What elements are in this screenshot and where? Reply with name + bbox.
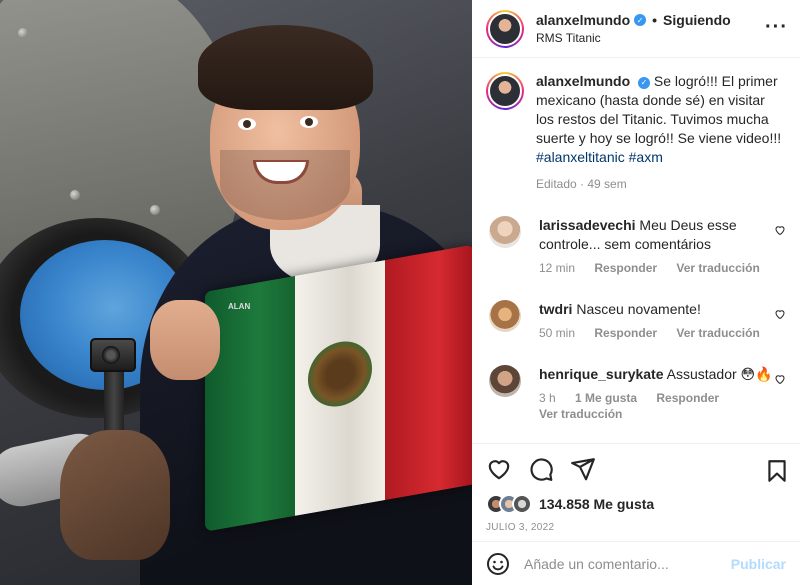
commenter-avatar[interactable] (489, 300, 521, 332)
author-username[interactable]: alanxelmundo (536, 12, 630, 28)
person-eye (300, 116, 318, 128)
caption-edited-time: Editado · 49 sem (536, 177, 627, 191)
comment-time: 3 h (539, 391, 556, 405)
post-header: alanxelmundo ✓ • Siguiendo RMS Titanic ·… (472, 0, 800, 58)
author-avatar[interactable] (486, 9, 524, 48)
comment-text: Assustador 😳🔥 (666, 366, 773, 382)
person-eye (238, 118, 256, 130)
translate-button[interactable]: Ver traducción (539, 407, 622, 421)
publish-button[interactable]: Publicar (731, 556, 786, 572)
emoji-icon[interactable] (486, 552, 510, 576)
post-side-panel: alanxelmundo ✓ • Siguiendo RMS Titanic ·… (472, 0, 800, 585)
likes-count[interactable]: 134.858 Me gusta (539, 496, 654, 512)
reply-button[interactable]: Responder (656, 391, 719, 405)
hull-bolt (150, 205, 160, 215)
translate-button[interactable]: Ver traducción (676, 261, 759, 275)
comment-item: henrique_surykate Assustador 😳🔥 3 h 1 Me… (486, 365, 786, 422)
like-comment-heart-icon[interactable] (774, 308, 786, 320)
person-hair (198, 25, 373, 110)
camera (90, 338, 136, 372)
comment-likes-count[interactable]: 1 Me gusta (575, 391, 637, 405)
heart-icon[interactable] (486, 456, 512, 482)
caption-username[interactable]: alanxelmundo (536, 73, 630, 89)
reply-button[interactable]: Responder (594, 326, 657, 340)
comment-time: 12 min (539, 261, 576, 275)
post-photo[interactable]: ALAN (0, 0, 472, 585)
jacket-name-tag: ALAN (228, 302, 251, 311)
comment-text: Nasceu novamente! (576, 301, 701, 317)
liker-avatar (512, 494, 532, 514)
comment-username[interactable]: twdri (539, 301, 572, 317)
bookmark-icon[interactable] (764, 458, 790, 484)
separator-dot: • (652, 12, 658, 28)
post-modal: ALAN alanxelmundo ✓ • Siguiendo RMS Tita… (0, 0, 800, 585)
likes-summary[interactable]: 134.858 Me gusta (486, 494, 786, 514)
hull-bolt (18, 28, 28, 38)
hashtag-link[interactable]: #alanxeltitanic (536, 149, 625, 165)
comments-list[interactable]: alanxelmundo ✓ Se logró!!! El primer mex… (472, 58, 800, 443)
share-icon[interactable] (570, 456, 596, 482)
comment-icon[interactable] (528, 456, 554, 482)
foreground-hand (60, 430, 170, 560)
caption-avatar[interactable] (486, 72, 524, 110)
person-hand (150, 300, 220, 380)
like-comment-heart-icon[interactable] (774, 373, 786, 385)
hull-bolt (70, 190, 80, 200)
add-comment-bar: Publicar (472, 541, 800, 585)
hashtag-link[interactable]: #axm (629, 149, 663, 165)
translate-button[interactable]: Ver traducción (676, 326, 759, 340)
mexican-flag (205, 244, 472, 532)
like-comment-heart-icon[interactable] (774, 224, 786, 236)
verified-badge-icon: ✓ (638, 76, 651, 89)
reply-button[interactable]: Responder (594, 261, 657, 275)
flag-emblem-icon (308, 335, 372, 412)
comment-username[interactable]: larissadevechi (539, 217, 636, 233)
post-caption: alanxelmundo ✓ Se logró!!! El primer mex… (486, 72, 784, 194)
verified-badge-icon: ✓ (634, 14, 647, 26)
more-dots-icon[interactable]: ··· (765, 16, 788, 39)
commenter-avatar[interactable] (489, 365, 521, 397)
add-comment-input[interactable] (524, 555, 731, 572)
commenter-avatar[interactable] (489, 216, 521, 248)
comment-username[interactable]: henrique_surykate (539, 366, 664, 382)
post-location[interactable]: RMS Titanic (536, 31, 731, 45)
comment-time: 50 min (539, 326, 576, 340)
following-button[interactable]: Siguiendo (663, 12, 731, 28)
comment-item: larissadevechi Meu Deus esse controle...… (486, 216, 786, 276)
comment-item: twdri Nasceu novamente! 50 min Responder… (486, 300, 786, 341)
post-date: JULIO 3, 2022 (486, 522, 555, 533)
